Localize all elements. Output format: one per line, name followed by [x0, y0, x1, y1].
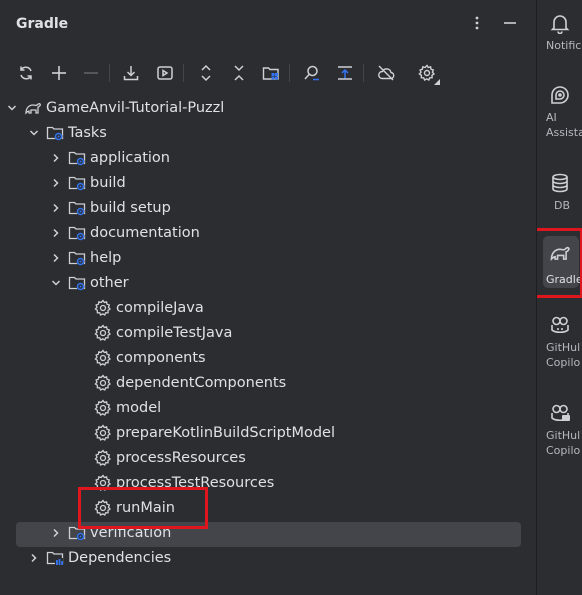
- task-group-other[interactable]: other: [50, 270, 129, 295]
- chevron-right-icon[interactable]: [50, 152, 62, 164]
- task-group-label: other: [90, 274, 129, 291]
- sidebar-item-notifications[interactable]: Notific: [537, 12, 582, 53]
- sidebar-label: GitHul: [546, 429, 581, 442]
- tree-root[interactable]: GameAnvil-Tutorial-Puzzl: [6, 95, 224, 120]
- task-item[interactable]: components: [94, 345, 206, 370]
- right-tool-sidebar: Notific AI Assista DB Gradle GitHul Copi…: [536, 0, 582, 595]
- reload-icon[interactable]: [13, 60, 39, 86]
- chevron-right-icon[interactable]: [50, 227, 62, 239]
- gear-icon: [94, 448, 112, 467]
- task-item-label: compileJava: [116, 299, 204, 316]
- minimize-icon[interactable]: [499, 12, 521, 34]
- task-group-label: documentation: [90, 224, 200, 241]
- sidebar-item-ai-assistant[interactable]: AI Assista: [537, 84, 582, 140]
- task-item-label: model: [116, 399, 162, 416]
- gear-icon: [94, 398, 112, 417]
- expand-all-icon[interactable]: [193, 60, 219, 86]
- task-item[interactable]: dependentComponents: [94, 370, 286, 395]
- sidebar-item-copilot-chat[interactable]: GitHul Copilo: [537, 402, 582, 458]
- add-icon[interactable]: [46, 60, 72, 86]
- collapse-all-icon[interactable]: [226, 60, 252, 86]
- panel-title: Gradle: [16, 16, 69, 32]
- task-item[interactable]: compileJava: [94, 295, 204, 320]
- chevron-right-icon[interactable]: [50, 527, 62, 539]
- task-group-build-setup[interactable]: build setup: [50, 195, 171, 220]
- task-folder-icon: [68, 274, 86, 292]
- highlight-box-runmain: [78, 487, 208, 529]
- gear-icon: [94, 298, 112, 317]
- task-item-label: compileTestJava: [116, 324, 233, 341]
- task-group-application[interactable]: application: [50, 145, 170, 170]
- sidebar-label: Assista: [546, 126, 582, 139]
- highlight-box-gradle: [537, 228, 582, 298]
- task-item[interactable]: prepareKotlinBuildScriptModel: [94, 420, 335, 445]
- task-item-label: processResources: [116, 449, 246, 466]
- task-folder-icon: [68, 149, 86, 167]
- sidebar-label: GitHul: [546, 341, 581, 354]
- task-folder-icon: [68, 224, 86, 242]
- chevron-down-icon[interactable]: [28, 127, 40, 139]
- dependencies-folder-icon: [46, 549, 64, 567]
- copilot-chat-icon: [537, 402, 582, 428]
- chevron-right-icon[interactable]: [50, 252, 62, 264]
- tree-tasks[interactable]: Tasks: [28, 120, 107, 145]
- download-sources-icon[interactable]: [118, 60, 144, 86]
- sidebar-item-copilot[interactable]: GitHul Copilo: [537, 314, 582, 370]
- run-task-icon[interactable]: [152, 60, 178, 86]
- task-group-label: help: [90, 249, 122, 266]
- sidebar-item-db[interactable]: DB: [537, 172, 582, 213]
- gear-icon: [94, 323, 112, 342]
- gradle-elephant-icon: [24, 99, 42, 117]
- sidebar-label: Notific: [546, 39, 582, 52]
- tree-dependencies[interactable]: Dependencies: [28, 545, 171, 570]
- task-folder-icon: [68, 249, 86, 267]
- sidebar-label: Copilo: [546, 444, 581, 457]
- gear-icon: [94, 423, 112, 442]
- gradle-toolbar: [0, 58, 536, 88]
- chevron-right-icon[interactable]: [28, 552, 40, 564]
- sidebar-label: AI: [546, 111, 557, 124]
- gradle-panel: Gradle GameAnvil-Tutorial-Puzzl Tasks ap…: [0, 0, 536, 595]
- database-icon: [537, 172, 582, 198]
- task-group-help[interactable]: help: [50, 245, 121, 270]
- task-item-label: dependentComponents: [116, 374, 287, 391]
- task-folder-icon: [68, 199, 86, 217]
- analyze-dependencies-icon[interactable]: [299, 60, 325, 86]
- copilot-icon: [537, 314, 582, 340]
- more-vertical-icon[interactable]: [466, 12, 488, 34]
- tree-dependencies-label: Dependencies: [68, 549, 172, 566]
- offline-mode-icon[interactable]: [373, 60, 399, 86]
- task-item-label: components: [116, 349, 206, 366]
- task-item[interactable]: processResources: [94, 445, 246, 470]
- chevron-right-icon[interactable]: [50, 202, 62, 214]
- sidebar-label: Copilo: [546, 356, 581, 369]
- gear-icon: [94, 373, 112, 392]
- chevron-down-icon[interactable]: [6, 102, 18, 114]
- settings-icon[interactable]: [414, 60, 440, 86]
- remove-icon[interactable]: [78, 60, 104, 86]
- task-item[interactable]: compileTestJava: [94, 320, 232, 345]
- tree-tasks-label: Tasks: [68, 124, 107, 141]
- task-group-label: build: [90, 174, 126, 191]
- task-folder-icon: [68, 174, 86, 192]
- task-item[interactable]: model: [94, 395, 161, 420]
- bell-icon: [537, 12, 582, 38]
- tree-root-label: GameAnvil-Tutorial-Puzzl: [46, 99, 225, 116]
- sidebar-label: DB: [554, 199, 571, 212]
- task-group-label: application: [90, 149, 170, 166]
- chevron-right-icon[interactable]: [50, 177, 62, 189]
- gear-icon: [94, 348, 112, 367]
- task-group-build[interactable]: build: [50, 170, 126, 195]
- task-folder-icon: [46, 124, 64, 142]
- task-group-label: build setup: [90, 199, 171, 216]
- group-modules-icon[interactable]: [258, 60, 284, 86]
- ai-assistant-icon: [537, 84, 582, 110]
- task-group-documentation[interactable]: documentation: [50, 220, 200, 245]
- task-item-label: prepareKotlinBuildScriptModel: [116, 424, 336, 441]
- build-script-icon[interactable]: [332, 60, 358, 86]
- chevron-down-icon[interactable]: [50, 277, 62, 289]
